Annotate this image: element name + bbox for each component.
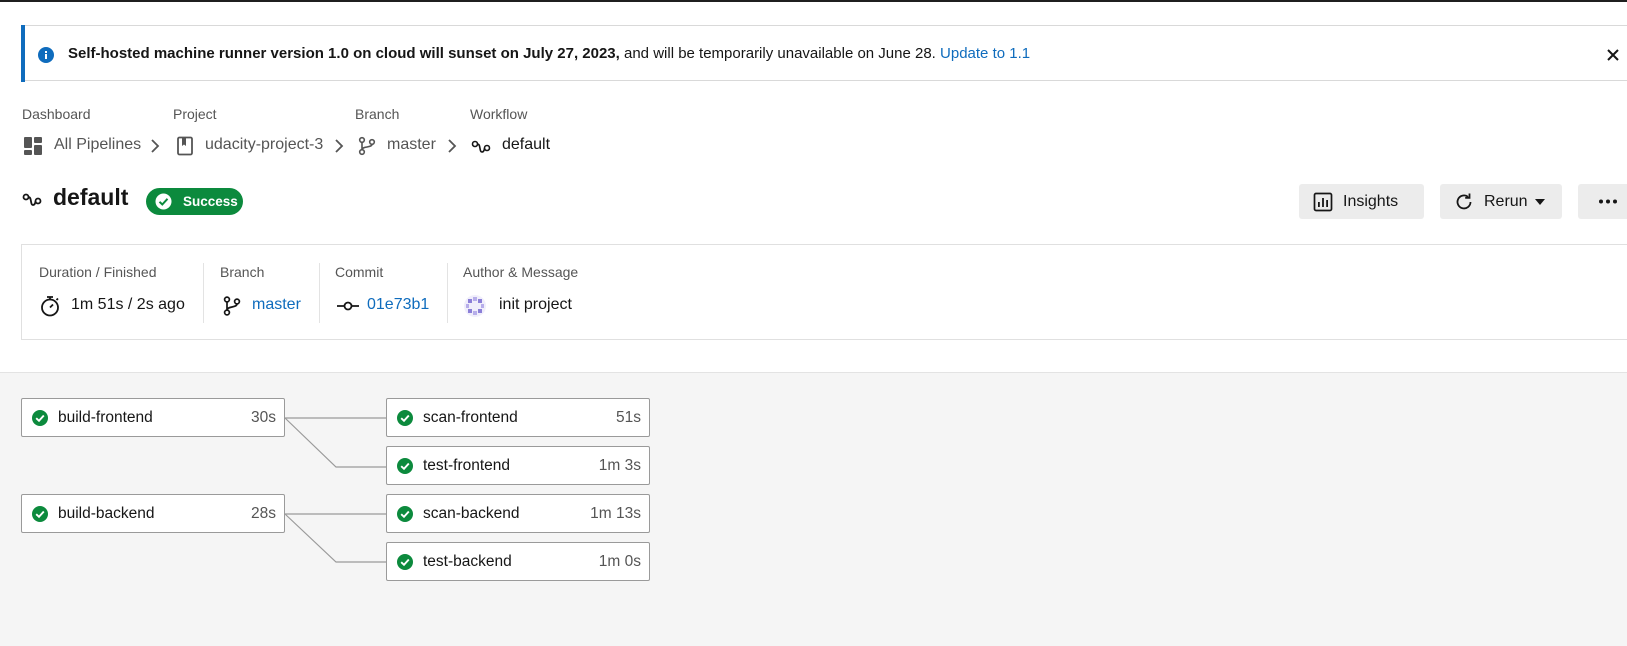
job-name: test-frontend bbox=[423, 457, 511, 474]
breadcrumb-workflow-label: Workflow bbox=[470, 106, 528, 122]
job-duration: 1m 13s bbox=[590, 505, 641, 522]
branch-link[interactable]: master bbox=[252, 296, 301, 314]
status-badge: Success bbox=[146, 188, 243, 215]
commit-label: Commit bbox=[335, 264, 384, 280]
git-commit-icon bbox=[337, 301, 359, 311]
divider bbox=[447, 263, 448, 323]
caret-down-icon bbox=[1535, 199, 1545, 205]
close-icon[interactable] bbox=[1605, 47, 1621, 63]
breadcrumb-project-label: Project bbox=[173, 106, 217, 122]
duration-label: Duration / Finished bbox=[39, 264, 157, 280]
divider bbox=[203, 263, 204, 323]
duration-value: 1m 51s / 2s ago bbox=[71, 296, 185, 313]
breadcrumb-branch-label: Branch bbox=[355, 106, 400, 122]
job-test-backend[interactable]: test-backend 1m 0s bbox=[386, 542, 650, 581]
insights-label: Insights bbox=[1343, 193, 1399, 210]
job-test-frontend[interactable]: test-frontend 1m 3s bbox=[386, 446, 650, 485]
job-name: test-backend bbox=[423, 553, 512, 570]
breadcrumb-branch[interactable]: master bbox=[387, 136, 436, 154]
stopwatch-icon bbox=[41, 296, 59, 317]
job-name: scan-frontend bbox=[423, 409, 518, 426]
job-duration: 1m 0s bbox=[598, 553, 641, 570]
success-check-icon bbox=[32, 410, 48, 426]
success-check-icon bbox=[397, 554, 413, 570]
job-duration: 28s bbox=[251, 505, 276, 522]
author-avatar bbox=[464, 295, 486, 317]
job-duration: 1m 3s bbox=[598, 457, 641, 474]
breadcrumb-project[interactable]: udacity-project-3 bbox=[205, 136, 323, 154]
check-circle-icon bbox=[155, 193, 172, 210]
job-build-frontend[interactable]: build-frontend 30s bbox=[21, 398, 285, 437]
success-check-icon bbox=[32, 506, 48, 522]
job-name: scan-backend bbox=[423, 505, 520, 522]
job-scan-frontend[interactable]: scan-frontend 51s bbox=[386, 398, 650, 437]
author-label: Author & Message bbox=[463, 264, 579, 280]
insights-button[interactable]: Insights bbox=[1299, 184, 1424, 219]
project-book-icon bbox=[177, 136, 193, 156]
job-name: build-frontend bbox=[58, 409, 153, 426]
breadcrumb-dashboard[interactable]: All Pipelines bbox=[54, 136, 141, 154]
dashboard-grid-icon bbox=[24, 137, 42, 155]
commit-link[interactable]: 01e73b1 bbox=[367, 296, 429, 314]
pipeline-details-card bbox=[21, 244, 1627, 340]
job-duration: 51s bbox=[616, 409, 641, 426]
workflow-icon bbox=[471, 140, 491, 153]
banner-text: and will be temporarily unavailable on J… bbox=[619, 45, 941, 62]
chevron-right-icon bbox=[448, 139, 457, 153]
rerun-label: Rerun bbox=[1484, 193, 1528, 210]
info-icon bbox=[38, 47, 54, 63]
chevron-right-icon bbox=[335, 139, 344, 153]
chevron-right-icon bbox=[151, 139, 160, 153]
status-label: Success bbox=[183, 194, 238, 209]
job-name: build-backend bbox=[58, 505, 155, 522]
commit-message: init project bbox=[499, 296, 572, 313]
job-scan-backend[interactable]: scan-backend 1m 13s bbox=[386, 494, 650, 533]
more-options-button[interactable] bbox=[1578, 184, 1627, 219]
rerun-button[interactable]: Rerun bbox=[1440, 184, 1562, 219]
success-check-icon bbox=[397, 410, 413, 426]
divider bbox=[319, 263, 320, 323]
success-check-icon bbox=[397, 458, 413, 474]
insights-chart-icon bbox=[1313, 192, 1333, 212]
page-title: default bbox=[53, 184, 129, 210]
banner-message: Self-hosted machine runner version 1.0 o… bbox=[68, 45, 1030, 62]
workflow-icon bbox=[22, 193, 42, 206]
breadcrumb-workflow[interactable]: default bbox=[502, 136, 550, 154]
top-border bbox=[0, 0, 1627, 2]
banner-bold-text: Self-hosted machine runner version 1.0 o… bbox=[68, 45, 620, 62]
job-build-backend[interactable]: build-backend 28s bbox=[21, 494, 285, 533]
success-check-icon bbox=[397, 506, 413, 522]
git-branch-icon bbox=[223, 296, 241, 316]
rerun-icon bbox=[1456, 193, 1472, 210]
branch-label: Branch bbox=[220, 264, 265, 280]
banner-accent-bar bbox=[21, 25, 25, 82]
update-link[interactable]: Update to 1.1 bbox=[940, 45, 1030, 62]
breadcrumb-dashboard-label: Dashboard bbox=[22, 106, 91, 122]
ellipsis-icon bbox=[1599, 199, 1617, 204]
job-duration: 30s bbox=[251, 409, 276, 426]
git-branch-icon bbox=[358, 136, 376, 156]
